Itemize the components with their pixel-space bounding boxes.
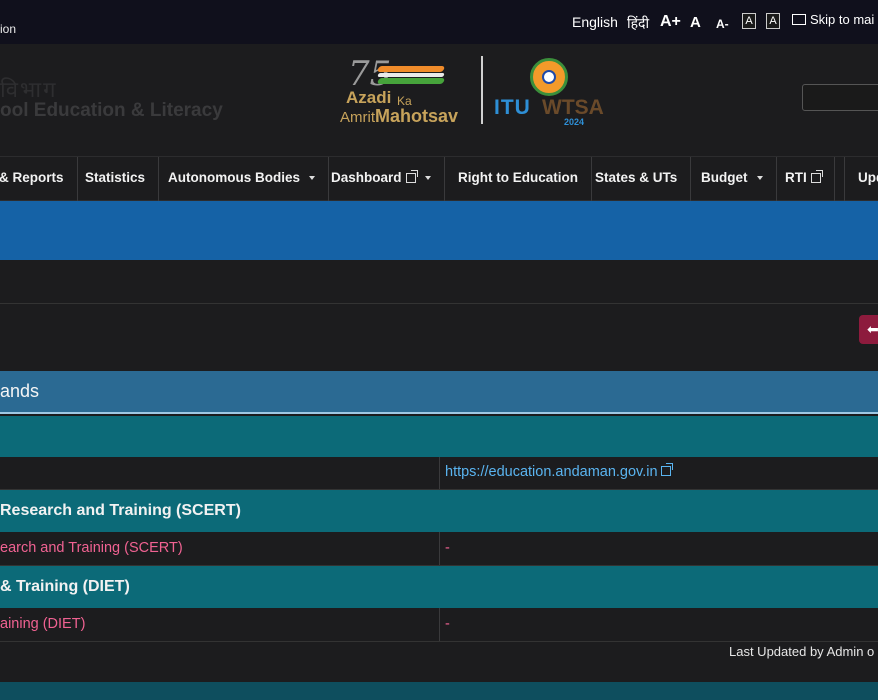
diet-name-cell: aining (DIET): [0, 616, 86, 632]
back-button[interactable]: ⬅: [859, 315, 878, 344]
action-area: ⬅: [0, 305, 878, 371]
main-navigation: & Reports Statistics Autonomous Bodies D…: [0, 156, 878, 201]
emblem-icon: [530, 58, 568, 96]
scert-link-cell: -: [445, 540, 450, 556]
diet-heading: & Training (DIET): [0, 578, 130, 595]
site-header: विभाग ool Education & Literacy 75 Azadi …: [0, 44, 878, 156]
monitor-icon: [792, 14, 806, 25]
section-title: ands: [0, 381, 40, 401]
external-link-icon: [405, 170, 418, 183]
arrow-left-icon: ⬅: [867, 321, 878, 337]
nav-item-statistics[interactable]: Statistics: [72, 157, 160, 201]
footer-bar: [0, 682, 878, 700]
language-hindi-link[interactable]: हिंदी: [627, 14, 649, 33]
logo-divider: [481, 56, 483, 124]
scert-heading: Research and Training (SCERT): [0, 502, 241, 519]
azadi-ka-amrit-mahotsav-logo[interactable]: 75 Azadi Ka AmritMahotsav: [340, 54, 470, 129]
itu-wtsa-logo[interactable]: ITU WTSA 2024: [494, 56, 604, 128]
top-utility-bar: ion English हिंदी A+ A A- A A Skip to ma…: [0, 0, 878, 44]
contrast-light-button[interactable]: A: [742, 13, 756, 29]
chevron-down-icon: [756, 176, 763, 180]
last-updated-text: Last Updated by Admin o: [729, 644, 875, 659]
external-link-icon: [810, 170, 823, 183]
font-decrease-button[interactable]: A-: [716, 17, 729, 31]
section-header: ands: [0, 371, 878, 414]
table-row: https://education.andaman.gov.in: [0, 457, 878, 490]
diet-link-cell: -: [445, 616, 450, 632]
skip-label: Skip to mai: [810, 12, 875, 27]
search-input[interactable]: [802, 84, 878, 111]
nav-item-dashboard[interactable]: Dashboard: [318, 157, 445, 201]
page-banner: [0, 201, 878, 260]
nav-item-states-uts[interactable]: States & UTs: [582, 157, 692, 201]
table-group-header-scert: Research and Training (SCERT): [0, 490, 878, 532]
table-group-header-diet: & Training (DIET): [0, 566, 878, 608]
table-group-header: [0, 416, 878, 457]
chevron-down-icon: [309, 176, 315, 180]
table-row: aining (DIET) -: [0, 608, 878, 642]
tricolour-swoosh: [376, 66, 446, 84]
skip-to-main-link[interactable]: Skip to mai: [792, 12, 874, 27]
nav-item-autonomous-bodies[interactable]: Autonomous Bodies: [155, 157, 329, 201]
itu-text: ITU: [494, 96, 531, 119]
nav-item-reports[interactable]: & Reports: [0, 157, 78, 201]
nav-item-right-to-education[interactable]: Right to Education: [445, 157, 592, 201]
font-normal-button[interactable]: A: [690, 14, 701, 31]
chevron-down-icon: [424, 176, 431, 180]
itu-year: 2024: [564, 117, 585, 127]
logo-amrit-mahotsav-text: AmritMahotsav: [340, 106, 459, 126]
scert-name-cell: earch and Training (SCERT): [0, 540, 183, 556]
contrast-dark-button[interactable]: A: [766, 13, 780, 29]
logo-azadi-text: Azadi: [346, 88, 392, 107]
font-increase-button[interactable]: A+: [660, 13, 681, 31]
nav-item-rti[interactable]: RTI: [772, 157, 835, 201]
department-title: ool Education & Literacy: [0, 100, 223, 121]
top-left-text: ion: [0, 22, 17, 36]
language-english-link[interactable]: English: [572, 14, 618, 30]
breadcrumb: [0, 260, 878, 304]
nav-item-updates[interactable]: Upd: [844, 157, 878, 201]
education-website-link[interactable]: https://education.andaman.gov.in: [445, 463, 673, 480]
nav-item-budget[interactable]: Budget: [688, 157, 777, 201]
table-row: earch and Training (SCERT) -: [0, 532, 878, 566]
external-link-icon: [660, 463, 673, 476]
